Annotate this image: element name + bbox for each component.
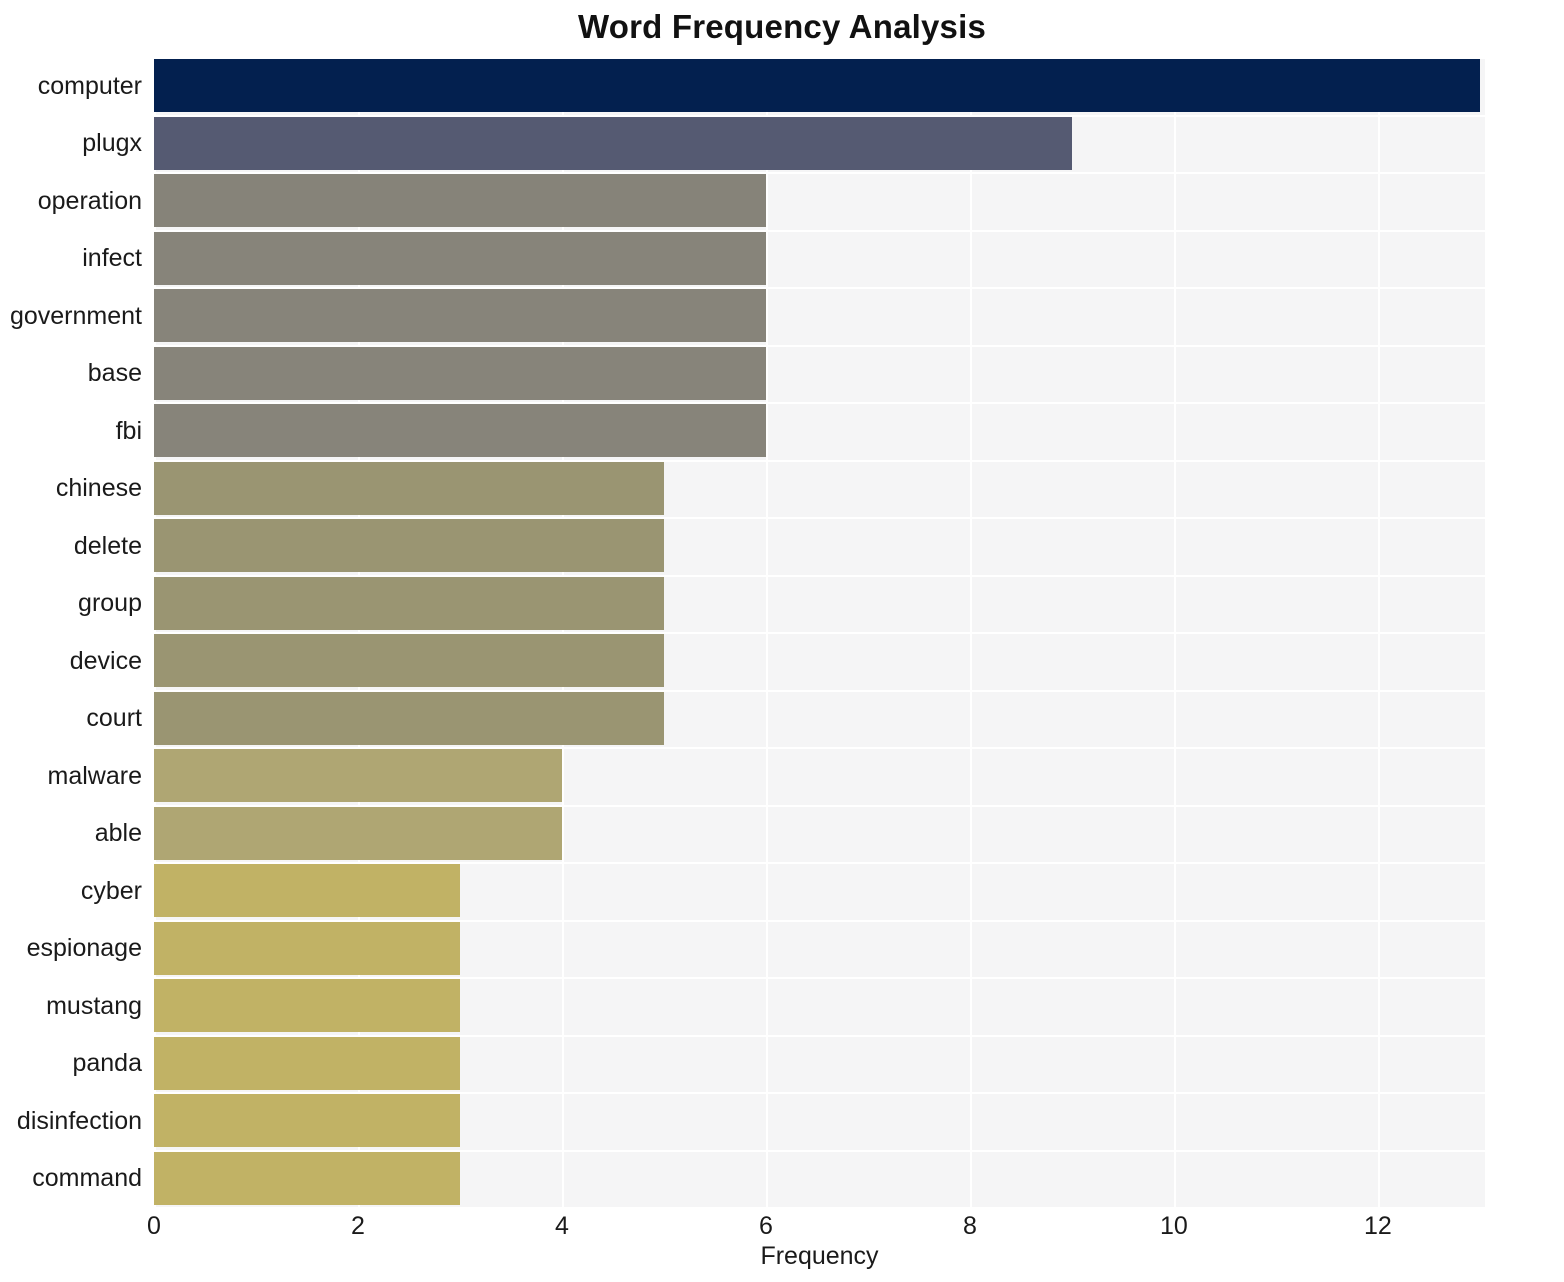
bar-disinfection[interactable] (154, 1094, 460, 1148)
bar-fill (154, 519, 664, 573)
bar-delete[interactable] (154, 519, 664, 573)
bar-plugx[interactable] (154, 116, 1072, 170)
bar-device[interactable] (154, 634, 664, 688)
bars-layer (154, 57, 1485, 1207)
y-tick-label-group: group (78, 589, 142, 618)
y-tick-label-panda: panda (72, 1049, 142, 1078)
bar-computer[interactable] (154, 59, 1480, 113)
bar-fill (154, 921, 460, 975)
bar-group[interactable] (154, 576, 664, 630)
y-tick-label-command: command (32, 1164, 142, 1193)
bar-espionage[interactable] (154, 921, 460, 975)
bar-infect[interactable] (154, 231, 766, 285)
y-tick-label-base: base (87, 359, 142, 388)
y-tick-label-espionage: espionage (26, 934, 142, 963)
bar-fill (154, 1151, 460, 1205)
x-tick-label-0: 0 (147, 1212, 161, 1240)
x-tick-label-6: 6 (759, 1212, 773, 1240)
bar-fill (154, 806, 562, 860)
x-tick-label-12: 12 (1364, 1212, 1392, 1240)
gridline-horizontal (154, 1207, 1485, 1209)
bar-fill (154, 576, 664, 630)
bar-fill (154, 174, 766, 228)
y-tick-label-cyber: cyber (80, 876, 142, 905)
bar-cyber[interactable] (154, 864, 460, 918)
bar-fill (154, 1094, 460, 1148)
x-tick-label-10: 10 (1160, 1212, 1188, 1240)
bar-fill (154, 59, 1480, 113)
bar-panda[interactable] (154, 1036, 460, 1090)
bar-court[interactable] (154, 691, 664, 745)
y-tick-label-mustang: mustang (46, 991, 142, 1020)
bar-fill (154, 116, 1072, 170)
bar-operation[interactable] (154, 174, 766, 228)
bar-fill (154, 461, 664, 515)
bar-malware[interactable] (154, 749, 562, 803)
bar-fill (154, 231, 766, 285)
y-tick-label-fbi: fbi (115, 416, 142, 445)
bar-fill (154, 691, 664, 745)
chart-title: Word Frequency Analysis (577, 8, 987, 45)
x-tick-label-4: 4 (555, 1212, 569, 1240)
bar-chinese[interactable] (154, 461, 664, 515)
bar-fill (154, 979, 460, 1033)
y-tick-label-delete: delete (73, 531, 142, 560)
y-tick-label-infect: infect (82, 244, 142, 273)
y-tick-label-able: able (94, 819, 142, 848)
y-tick-label-device: device (69, 646, 142, 675)
y-tick-label-disinfection: disinfection (16, 1106, 142, 1135)
bar-fill (154, 749, 562, 803)
bar-able[interactable] (154, 806, 562, 860)
y-tick-label-malware: malware (47, 761, 142, 790)
bar-fbi[interactable] (154, 404, 766, 458)
x-tick-label-2: 2 (351, 1212, 365, 1240)
x-axis-title: Frequency (760, 1242, 879, 1270)
y-axis-tick-labels: computer plugx operation infect government ba… (0, 57, 142, 1207)
y-tick-label-operation: operation (37, 186, 142, 215)
y-tick-label-government: government (9, 301, 142, 330)
bar-fill (154, 289, 766, 343)
bar-base[interactable] (154, 346, 766, 400)
bar-fill (154, 864, 460, 918)
bar-fill (154, 1036, 460, 1090)
plot-area (154, 57, 1485, 1209)
y-tick-label-computer: computer (37, 71, 142, 100)
bar-fill (154, 634, 664, 688)
bar-government[interactable] (154, 289, 766, 343)
word-frequency-bar-chart: Word Frequency Analysis computer plugx ope… (0, 0, 1564, 1282)
y-tick-label-chinese: chinese (55, 474, 142, 503)
bar-command[interactable] (154, 1151, 460, 1205)
bar-mustang[interactable] (154, 979, 460, 1033)
y-tick-label-court: court (86, 704, 142, 733)
bar-fill (154, 404, 766, 458)
x-tick-label-8: 8 (962, 1212, 977, 1240)
y-tick-label-plugx: plugx (82, 129, 142, 158)
bar-fill (154, 346, 766, 400)
